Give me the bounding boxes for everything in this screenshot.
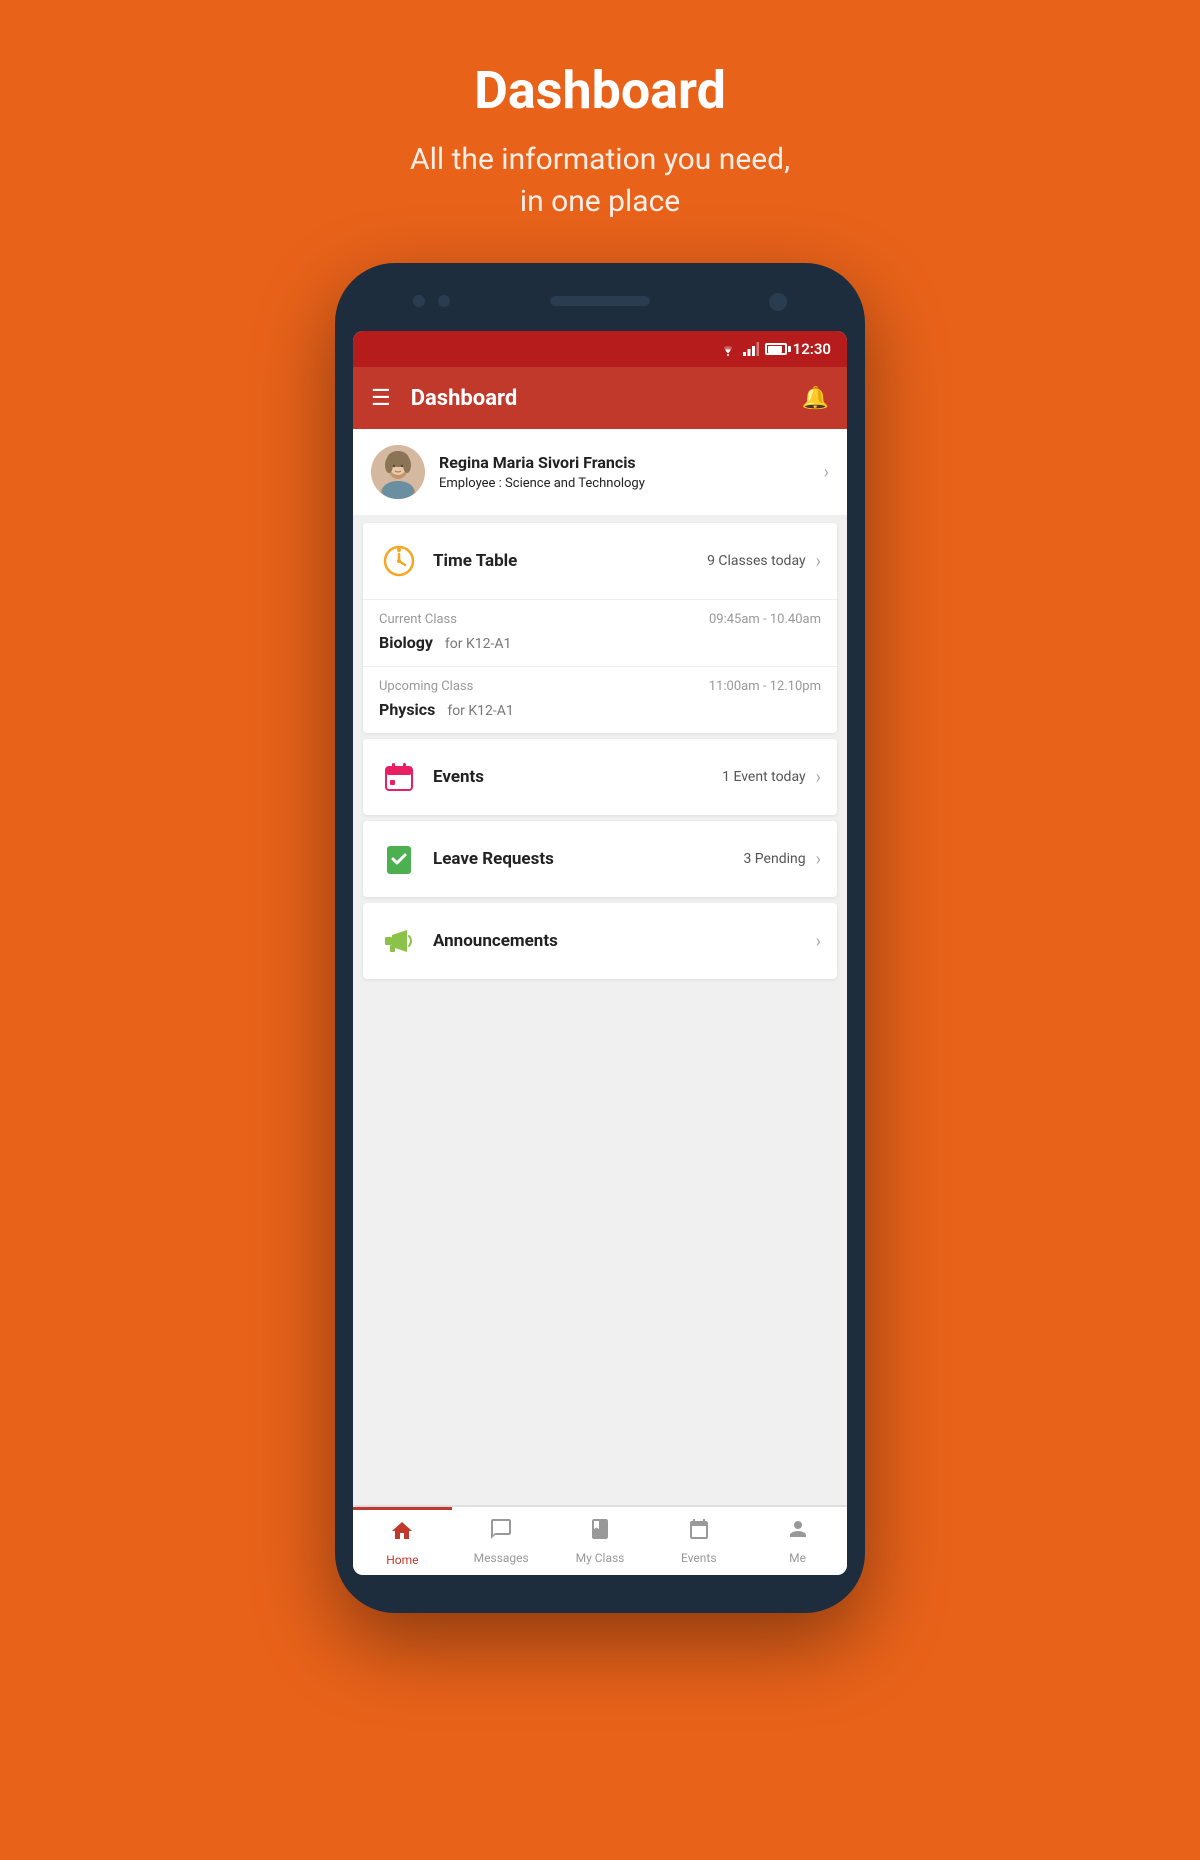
phone-top [353,281,847,331]
current-class-group: for K12-A1 [445,636,511,652]
page-subtitle: All the information you need, in one pla… [410,139,790,223]
avatar [371,445,425,499]
nav-events[interactable]: Events [649,1507,748,1575]
profile-chevron-icon: › [824,462,829,483]
hamburger-icon[interactable]: ☰ [371,386,391,411]
nav-myclass-label: My Class [576,1551,625,1565]
timetable-card-header[interactable]: Time Table 9 Classes today › [363,523,837,599]
announcements-chevron-icon: › [816,931,821,952]
profile-role: Employee : Science and Technology [439,476,824,491]
leave-icon [379,839,419,879]
home-icon [390,1519,414,1549]
current-class-header: Current Class 09:45am - 10.40am [379,612,821,627]
upcoming-class-label: Upcoming Class [379,679,473,694]
current-class-label: Current Class [379,612,457,627]
phone-frame: 12:30 ☰ Dashboard 🔔 [335,263,865,1613]
status-bar: 12:30 [353,331,847,367]
announcements-title: Announcements [433,931,816,951]
profile-card[interactable]: Regina Maria Sivori Francis Employee : S… [353,429,847,515]
nav-me[interactable]: Me [748,1507,847,1575]
phone-screen: 12:30 ☰ Dashboard 🔔 [353,331,847,1575]
clock-icon [379,541,419,581]
status-time: 12:30 [793,340,831,358]
announcements-card-header[interactable]: Announcements › [363,903,837,979]
content-area: Regina Maria Sivori Francis Employee : S… [353,429,847,1505]
timetable-badge: 9 Classes today [707,553,806,569]
leave-card-header[interactable]: Leave Requests 3 Pending › [363,821,837,897]
page-title: Dashboard [410,60,790,121]
messages-icon [489,1517,513,1547]
wifi-icon [719,342,737,356]
current-class-name: Biology for K12-A1 [379,633,821,652]
myclass-icon [588,1517,612,1547]
phone-sensor-left2 [438,295,450,307]
upcoming-class-header: Upcoming Class 11:00am - 12.10pm [379,679,821,694]
nav-home[interactable]: Home [353,1507,452,1575]
upcoming-class-time: 11:00am - 12.10pm [709,679,821,694]
events-card-header[interactable]: Events 1 Event today › [363,739,837,815]
phone-speaker [550,296,650,306]
current-class-time: 09:45am - 10.40am [709,612,821,627]
timetable-chevron-icon: › [816,551,821,572]
events-badge: 1 Event today [722,769,805,785]
timetable-title: Time Table [433,551,707,571]
nav-myclass[interactable]: My Class [551,1507,650,1575]
events-nav-icon [687,1517,711,1547]
current-class-detail: Current Class 09:45am - 10.40am Biology … [363,599,837,666]
timetable-card[interactable]: Time Table 9 Classes today › Current Cla… [363,523,837,733]
me-icon [786,1517,810,1547]
signal-icon [743,342,759,356]
nav-messages-label: Messages [474,1551,529,1565]
leave-title: Leave Requests [433,849,743,869]
battery-icon [765,343,787,355]
events-chevron-icon: › [816,767,821,788]
profile-info: Regina Maria Sivori Francis Employee : S… [439,453,824,491]
events-title: Events [433,767,722,787]
app-bar-title: Dashboard [411,386,802,411]
leave-badge: 3 Pending [743,851,805,867]
events-card[interactable]: Events 1 Event today › [363,739,837,815]
phone-camera [769,293,787,311]
nav-messages[interactable]: Messages [452,1507,551,1575]
bottom-nav: Home Messages My Class [353,1505,847,1575]
leave-chevron-icon: › [816,849,821,870]
nav-events-label: Events [681,1551,717,1565]
calendar-icon [379,757,419,797]
upcoming-class-detail: Upcoming Class 11:00am - 12.10pm Physics… [363,666,837,733]
app-bar: ☰ Dashboard 🔔 [353,367,847,429]
battery-fill [768,346,782,353]
status-icons: 12:30 [719,340,831,358]
announcements-card[interactable]: Announcements › [363,903,837,979]
upcoming-class-group: for K12-A1 [447,703,513,719]
leave-card[interactable]: Leave Requests 3 Pending › [363,821,837,897]
upcoming-class-name: Physics for K12-A1 [379,700,821,719]
profile-name: Regina Maria Sivori Francis [439,453,824,472]
page-header: Dashboard All the information you need, … [410,0,790,263]
announce-icon [379,921,419,961]
phone-sensor-left [413,295,425,307]
nav-home-label: Home [386,1553,418,1567]
bell-icon[interactable]: 🔔 [802,386,829,411]
nav-me-label: Me [789,1551,806,1565]
